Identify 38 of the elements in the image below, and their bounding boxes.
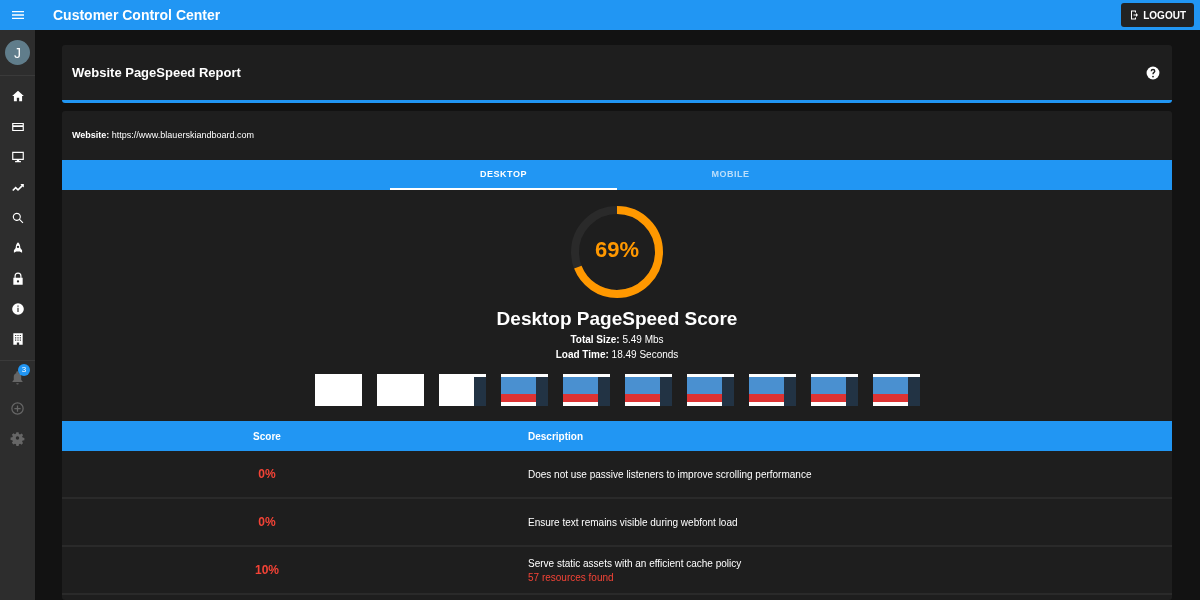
building-icon[interactable] (10, 332, 25, 347)
search-icon[interactable] (10, 210, 25, 225)
total-size-text: Total Size: 5.49 Mbs (570, 334, 664, 345)
score-cell-text: 0% (257, 467, 277, 481)
score-title: Desktop PageSpeed Score (496, 308, 738, 330)
column-header: Description (527, 430, 583, 442)
home-icon[interactable] (10, 89, 25, 104)
score-value: 69% (593, 237, 640, 263)
app-title: Customer Control Center (53, 7, 221, 23)
page-screenshot-thumbnail (314, 374, 362, 406)
website-text: Website: https://www.blauerskiandboard.com (71, 129, 255, 142)
page-screenshot-thumbnail (810, 374, 858, 406)
description-cell: Serve static assets with an efficient cache policy (528, 557, 742, 569)
logout-button[interactable]: LOGOUT (1121, 3, 1194, 27)
page-screenshot-thumbnail (562, 374, 610, 406)
lock-icon[interactable] (10, 271, 25, 286)
page-screenshot-thumbnail (500, 374, 548, 406)
tab[interactable]: DESKTOP (390, 160, 617, 190)
score-cell-text: 10% (254, 563, 280, 577)
page-screenshot-thumbnail (438, 374, 486, 406)
page-screenshot-thumbnail (686, 374, 734, 406)
tab[interactable]: MOBILE (617, 160, 844, 190)
page-screenshot-thumbnail (376, 374, 424, 406)
page-screenshot-thumbnail (624, 374, 672, 406)
column-header: Score (252, 430, 282, 442)
page-screenshot-thumbnail (748, 374, 796, 406)
monitor-icon[interactable] (10, 149, 25, 164)
report-title: Website PageSpeed Report (72, 65, 241, 80)
page-screenshot-thumbnail (872, 374, 920, 406)
description-cell: Does not use passive listeners to improve scrolling performance (528, 468, 812, 480)
help-icon[interactable] (1146, 65, 1160, 80)
score-cell-text: 0% (257, 515, 277, 529)
detail-text: 57 resources found (528, 571, 615, 583)
avatar[interactable]: J (5, 40, 30, 65)
info-icon[interactable] (10, 301, 25, 316)
load-time-text: Load Time: 18.49 Seconds (555, 349, 679, 360)
notification-badge: 3 (18, 363, 30, 376)
description-cell: Ensure text remains visible during webfont load (528, 516, 738, 528)
